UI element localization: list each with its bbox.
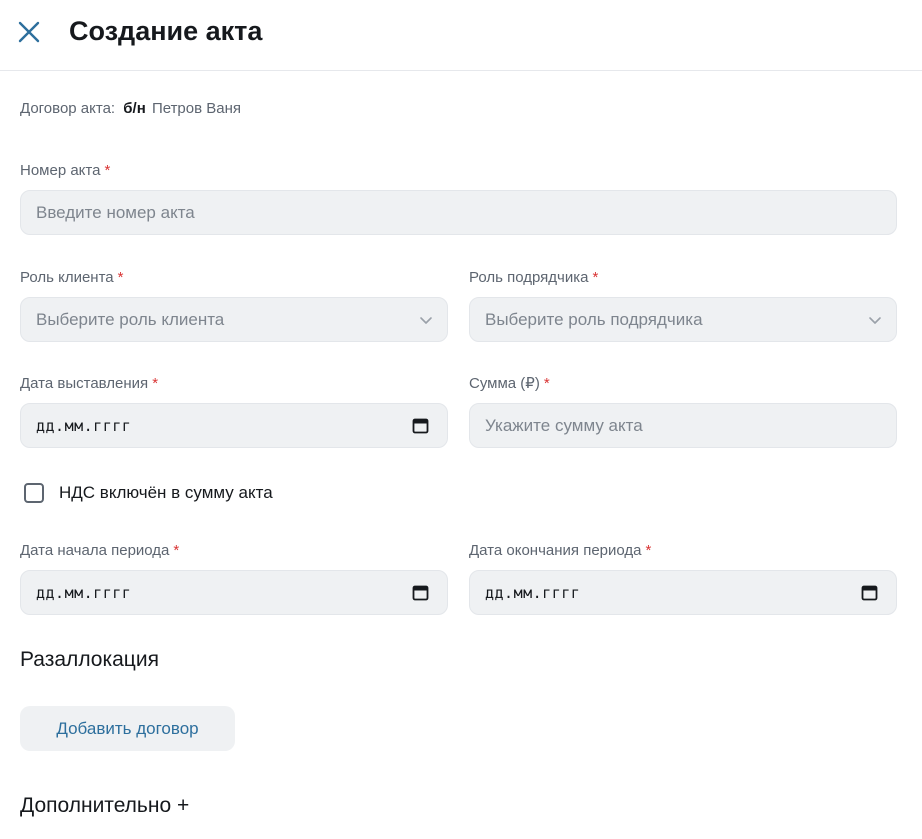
amount-input[interactable]: Укажите сумму акта xyxy=(469,403,897,448)
required-mark: * xyxy=(152,375,159,392)
client-role-placeholder: Выберите роль клиента xyxy=(36,310,225,329)
close-button[interactable] xyxy=(16,19,42,45)
calendar-icon[interactable] xyxy=(412,417,429,434)
client-role-select[interactable]: Выберите роль клиента xyxy=(20,297,448,342)
required-mark: * xyxy=(104,162,111,179)
client-role-label: Роль клиента * xyxy=(20,269,124,286)
calendar-icon[interactable] xyxy=(861,584,878,601)
required-mark: * xyxy=(117,269,124,286)
issue-date-label: Дата выставления * xyxy=(20,375,159,392)
period-end-value: дд.мм.гггг xyxy=(485,584,581,602)
vat-checkbox-label[interactable]: НДС включён в сумму акта xyxy=(59,482,273,504)
contract-label: Договор акта: xyxy=(20,100,116,117)
vat-checkbox[interactable] xyxy=(24,483,44,503)
add-contract-button[interactable]: Добавить договор xyxy=(20,706,235,751)
period-start-value: дд.мм.гггг xyxy=(36,584,132,602)
act-number-placeholder: Введите номер акта xyxy=(36,203,195,222)
period-start-input[interactable]: дд.мм.гггг xyxy=(20,570,448,615)
contractor-role-select[interactable]: Выберите роль подрядчика xyxy=(469,297,897,342)
required-mark: * xyxy=(173,542,180,559)
close-icon xyxy=(18,21,40,43)
calendar-icon[interactable] xyxy=(412,584,429,601)
period-start-label: Дата начала периода * xyxy=(20,542,180,559)
issue-date-input[interactable]: дд.мм.гггг xyxy=(20,403,448,448)
required-mark: * xyxy=(543,375,550,392)
header: Создание акта xyxy=(0,0,922,71)
contract-info: Договор акта: б/н Петров Ваня xyxy=(20,99,241,119)
contractor-role-label: Роль подрядчика * xyxy=(469,269,599,286)
act-number-label: Номер акта * xyxy=(20,162,111,179)
issue-date-value: дд.мм.гггг xyxy=(36,417,132,435)
contractor-role-placeholder: Выберите роль подрядчика xyxy=(485,310,703,329)
page-title: Создание акта xyxy=(69,16,263,46)
amount-placeholder: Укажите сумму акта xyxy=(485,416,643,435)
reallocation-title: Разаллокация xyxy=(20,648,159,671)
amount-label: Сумма (₽) * xyxy=(469,375,550,392)
required-mark: * xyxy=(592,269,599,286)
act-number-input[interactable]: Введите номер акта xyxy=(20,190,897,235)
chevron-down-icon xyxy=(420,317,432,324)
contract-name: Петров Ваня xyxy=(151,100,242,117)
period-end-input[interactable]: дд.мм.гггг xyxy=(469,570,897,615)
required-mark: * xyxy=(645,542,652,559)
period-end-label: Дата окончания периода * xyxy=(469,542,652,559)
additional-toggle[interactable]: Дополнительно + xyxy=(20,793,189,819)
chevron-down-icon xyxy=(869,317,881,324)
contract-number: б/н xyxy=(123,100,146,117)
